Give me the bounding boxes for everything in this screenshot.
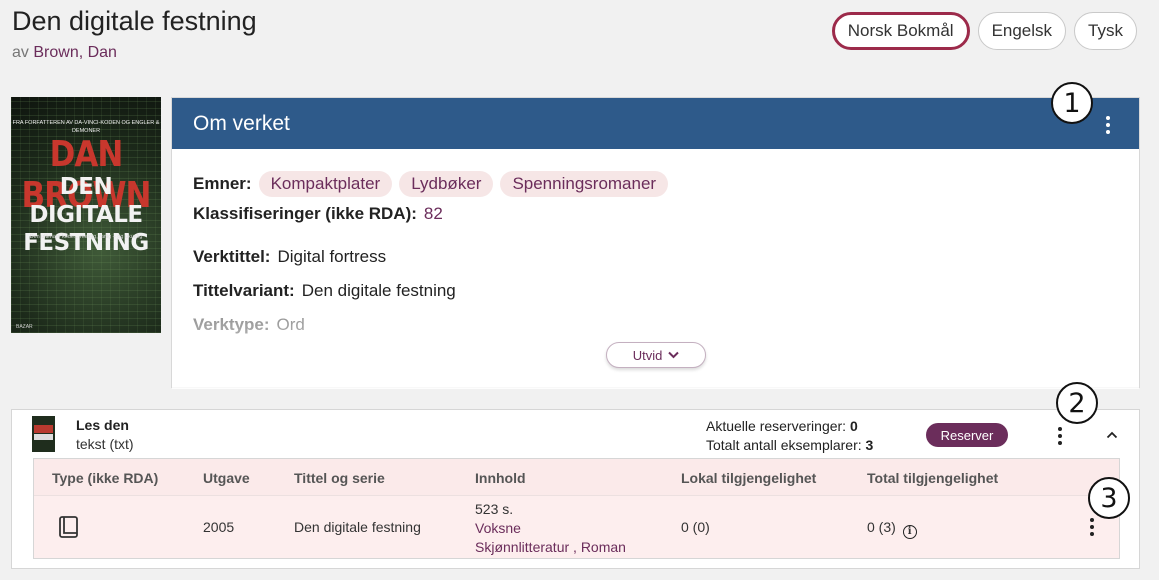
cell-innhold: 523 s. Voksne Skjønnlitteratur , Roman: [475, 500, 626, 557]
tittelvariant-label: Tittelvariant:: [193, 281, 295, 300]
lang-tysk-button[interactable]: Tysk: [1074, 12, 1137, 50]
cell-lokal: 0 (0): [681, 519, 710, 535]
manifestation-thumbnail: [32, 416, 55, 452]
reserver-button[interactable]: Reserver: [926, 423, 1008, 447]
utvid-label: Utvid: [632, 347, 663, 363]
om-verket-header: Om verket: [172, 98, 1139, 149]
cover-publisher: BAZAR: [16, 324, 33, 330]
emner-row: Emner: Kompaktplater Lydbøker Spenningsr…: [193, 171, 1118, 197]
tittelvariant-value: Den digitale festning: [301, 281, 456, 300]
innhold-genre-link[interactable]: Skjønnlitteratur , Roman: [475, 538, 626, 557]
info-icon[interactable]: i: [902, 524, 917, 539]
cell-total: 0 (3) i: [867, 519, 917, 539]
row-more-icon[interactable]: [1085, 518, 1099, 536]
cover-subtitle: Den ultimate kode... mektig, farlig – og…: [29, 234, 143, 240]
klassifiseringer-row: Klassifiseringer (ikke RDA): 82: [193, 204, 1118, 224]
chevron-up-icon[interactable]: [1106, 429, 1118, 441]
lang-norsk-bokmal-button[interactable]: Norsk Bokmål: [831, 12, 970, 50]
header-lokal: Lokal tilgjengelighet: [681, 470, 817, 486]
emne-chip-spenningsromaner[interactable]: Spenningsromaner: [500, 171, 669, 197]
current-reservations-value: 0: [849, 418, 858, 434]
verktittel-label: Verktittel:: [193, 247, 271, 266]
annotation-marker-1: 1: [1051, 82, 1093, 124]
byline-prefix: av: [12, 44, 29, 61]
om-verket-more-icon[interactable]: [1101, 116, 1115, 134]
utvid-button[interactable]: Utvid: [606, 342, 706, 368]
om-verket-body: Emner: Kompaktplater Lydbøker Spenningsr…: [172, 149, 1139, 389]
les-den-format: tekst (txt): [76, 436, 134, 452]
header-tittel: Tittel og serie: [294, 470, 385, 486]
lang-engelsk-button[interactable]: Engelsk: [977, 12, 1067, 50]
page-title: Den digitale festning: [12, 6, 257, 36]
klassifisering-link[interactable]: 82: [424, 204, 443, 224]
table-row[interactable]: 2005 Den digitale festning 523 s. Voksne…: [34, 496, 1119, 558]
emne-chip-lydboker[interactable]: Lydbøker: [399, 171, 494, 197]
current-reservations: Aktuelle reserveringer: 0: [706, 417, 873, 436]
author-link[interactable]: Brown, Dan: [33, 44, 117, 61]
copies-table: Type (ikke RDA) Utgave Tittel og serie I…: [33, 458, 1120, 559]
cover-title: DEN DIGITALE FESTNING: [11, 173, 161, 257]
om-verket-heading: Om verket: [193, 111, 290, 135]
innhold-pages: 523 s.: [475, 501, 514, 517]
emne-chip-kompaktplater[interactable]: Kompaktplater: [258, 171, 393, 197]
chevron-down-icon: [668, 351, 680, 359]
language-switcher: Norsk Bokmål Engelsk Tysk: [831, 12, 1137, 50]
current-reservations-label: Aktuelle reserveringer:: [706, 418, 847, 434]
book-cover-image: FRA FORFATTEREN AV DA-VINCI-KODEN OG ENG…: [11, 97, 161, 333]
innhold-audience-link[interactable]: Voksne: [475, 519, 626, 538]
total-copies-value: 3: [865, 437, 874, 453]
cover-tagline: FRA FORFATTEREN AV DA-VINCI-KODEN OG ENG…: [12, 120, 160, 134]
book-icon: [59, 516, 78, 538]
cell-utgave: 2005: [203, 519, 235, 535]
header-utgave: Utgave: [203, 470, 250, 486]
les-den-title: Les den: [76, 417, 129, 433]
header-total: Total tilgjengelighet: [867, 470, 999, 486]
cell-total-value: 0 (3): [867, 519, 896, 535]
header-innhold: Innhold: [475, 470, 526, 486]
total-copies-label: Totalt antall eksemplarer:: [706, 437, 862, 453]
tittelvariant-row: Tittelvariant: Den digitale festning: [193, 281, 1118, 301]
cell-tittel: Den digitale festning: [294, 519, 421, 535]
header-type: Type (ikke RDA): [52, 470, 159, 486]
reservation-stats: Aktuelle reserveringer: 0 Totalt antall …: [706, 417, 873, 455]
om-verket-panel: Om verket Emner: Kompaktplater Lydbøker …: [171, 97, 1140, 389]
table-header-row: Type (ikke RDA) Utgave Tittel og serie I…: [34, 459, 1119, 496]
cover-title-line-1: DEN DIGITALE: [29, 174, 143, 228]
annotation-marker-3: 3: [1088, 477, 1130, 519]
annotation-marker-2: 2: [1056, 382, 1098, 424]
emner-label: Emner:: [193, 174, 252, 193]
klassifiseringer-label: Klassifiseringer (ikke RDA):: [193, 204, 417, 223]
verktittel-row: Verktittel: Digital fortress: [193, 247, 1118, 267]
verktittel-value: Digital fortress: [277, 247, 387, 266]
byline: av Brown, Dan: [12, 44, 117, 62]
les-den-more-icon[interactable]: [1053, 427, 1067, 445]
total-copies: Totalt antall eksemplarer: 3: [706, 436, 873, 455]
les-den-panel: Les den tekst (txt) Aktuelle reservering…: [11, 409, 1140, 569]
